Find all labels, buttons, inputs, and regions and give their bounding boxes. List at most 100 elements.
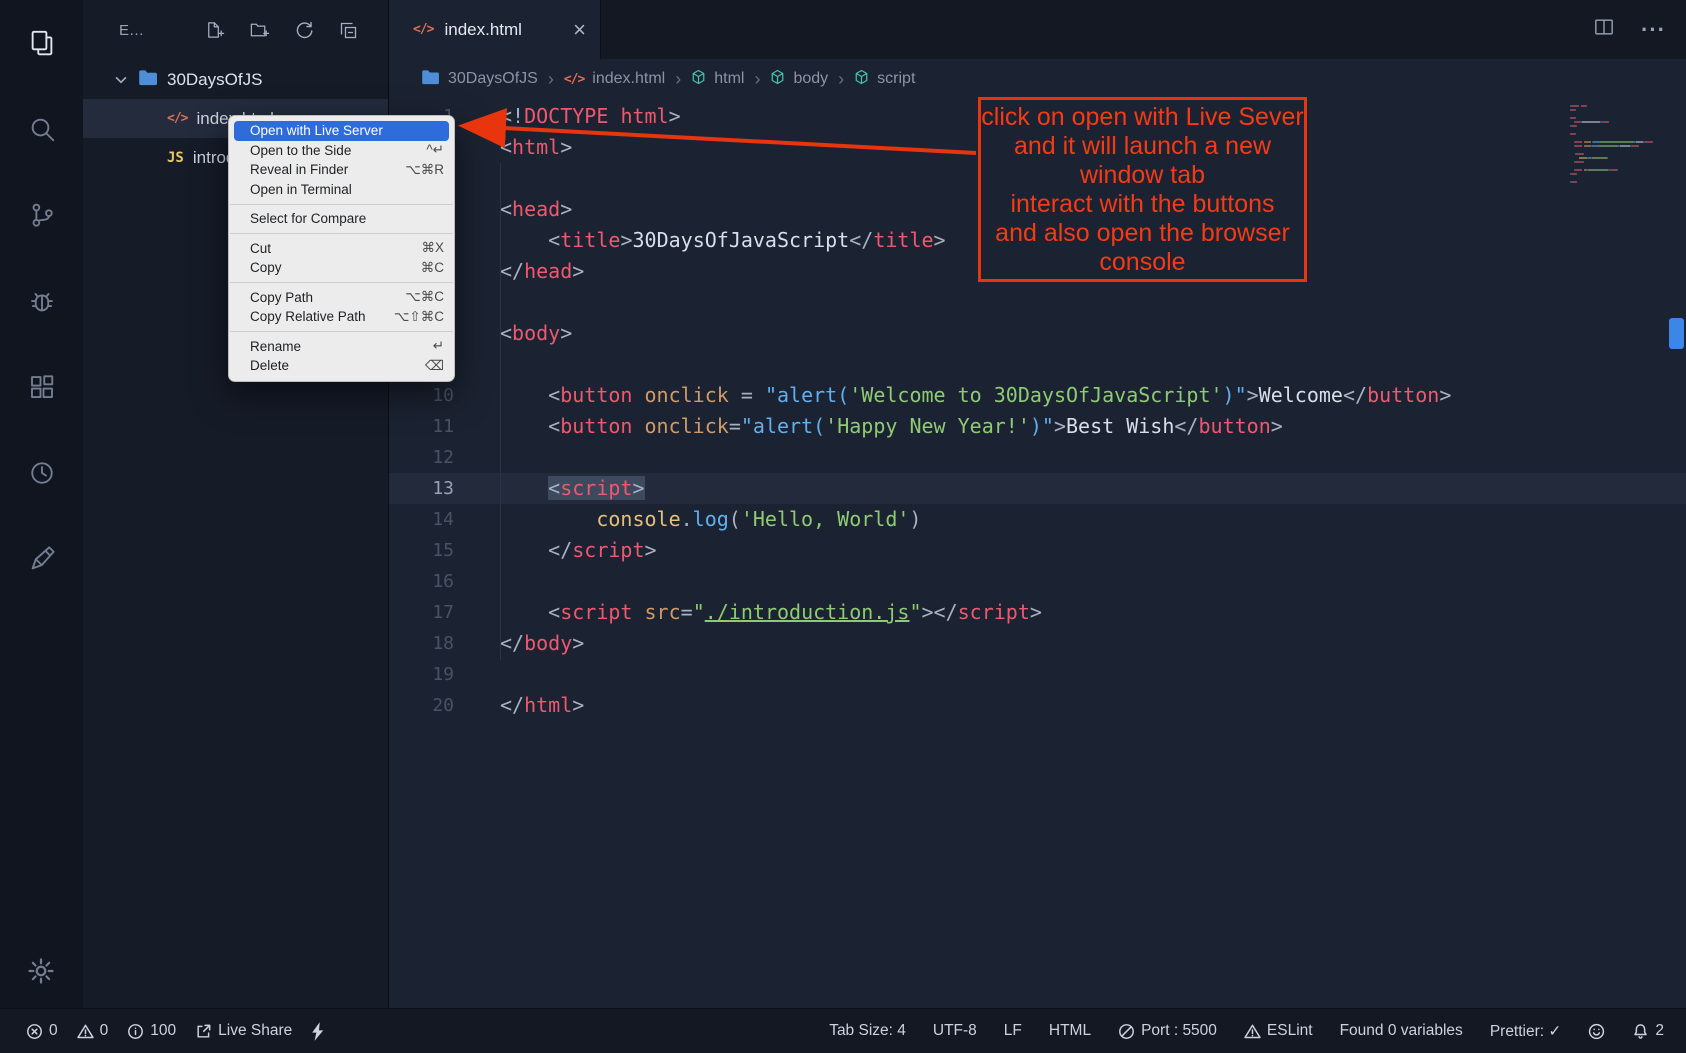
blocked-icon [1118,1023,1135,1040]
breadcrumb-item-index-html[interactable]: </>index.html [564,70,665,88]
code-line-7[interactable]: 7 [389,287,1686,318]
breadcrumb-item-30daysofjs[interactable]: 30DaysOfJS [421,69,538,90]
extensions-icon[interactable] [18,363,66,411]
menu-item-label: Delete [250,358,413,373]
status-item-eslint[interactable]: ESLint [1244,1022,1313,1040]
annotation-line: and it will launch a new [981,132,1304,161]
status-item-label: 0 [49,1022,58,1040]
folder-30daysofjs[interactable]: 30DaysOfJS [83,60,388,99]
code-line-17[interactable]: 17 <script src="./introduction.js"></scr… [389,597,1686,628]
breadcrumb-item-html[interactable]: html [691,69,744,90]
code-line-14[interactable]: 14 console.log('Hello, World') [389,504,1686,535]
breadcrumb-label: 30DaysOfJS [448,70,538,88]
status-item-html[interactable]: HTML [1049,1022,1091,1040]
status-item-found-0-variables[interactable]: Found 0 variables [1340,1022,1463,1040]
line-content: <body> [500,318,572,349]
run-debug-icon[interactable] [18,277,66,325]
minimap[interactable] [1570,105,1670,185]
line-number: 20 [389,690,454,721]
line-content: <head> [500,194,572,225]
minimap-line [1570,169,1670,171]
breadcrumb-separator: › [838,69,844,90]
split-editor-icon[interactable] [1593,17,1615,42]
menu-separator [230,204,453,205]
status-item-smiley[interactable] [1588,1023,1605,1040]
menu-item-delete[interactable]: Delete⌫ [229,356,454,376]
code-line-12[interactable]: 12 [389,442,1686,473]
status-item-0[interactable]: 0 [26,1022,58,1040]
more-actions-icon[interactable]: ··· [1641,17,1666,43]
minimap-line [1570,145,1670,147]
tab-close-icon[interactable]: × [573,19,586,41]
status-item-0[interactable]: 0 [77,1022,109,1040]
bell-icon [1632,1023,1649,1040]
symbol-icon [854,69,869,90]
code-line-18[interactable]: 18</body> [389,628,1686,659]
annotation-callout: click on open with Live Severand it will… [978,97,1307,282]
menu-item-copy-path[interactable]: Copy Path⌥⌘C [229,288,454,308]
menu-item-open-with-live-server[interactable]: Open with Live Server [234,121,449,141]
menu-separator [230,331,453,332]
pen-icon[interactable] [18,535,66,583]
code-line-15[interactable]: 15 </script> [389,535,1686,566]
js-file-icon: JS [167,150,184,166]
explorer-header: E… [83,0,388,60]
status-item-prettier[interactable]: Prettier: ✓ [1490,1022,1562,1041]
code-line-19[interactable]: 19 [389,659,1686,690]
code-line-11[interactable]: 11 <button onclick="alert('Happy New Yea… [389,411,1686,442]
refresh-icon[interactable] [294,20,314,40]
status-item-lf[interactable]: LF [1004,1022,1022,1040]
code-line-13[interactable]: 13 <script> [389,473,1686,504]
menu-item-copy-relative-path[interactable]: Copy Relative Path⌥⇧⌘C [229,307,454,327]
status-item-tab-size-4[interactable]: Tab Size: 4 [829,1022,906,1040]
line-number: 13 [389,473,454,504]
menu-item-copy[interactable]: Copy⌘C [229,258,454,278]
menu-item-label: Copy Path [250,290,393,305]
annotation-line: window tab [981,161,1304,190]
status-item-port-5500[interactable]: Port : 5500 [1118,1022,1217,1040]
menu-item-label: Open in Terminal [250,182,444,197]
tab-bar: </> index.html × ··· [389,0,1686,59]
smiley-icon [1588,1023,1605,1040]
code-line-10[interactable]: 10 <button onclick = "alert('Welcome to … [389,380,1686,411]
status-item-utf-8[interactable]: UTF-8 [933,1022,977,1040]
code-line-8[interactable]: 8<body> [389,318,1686,349]
symbol-icon [691,69,706,90]
source-control-icon[interactable] [18,191,66,239]
menu-item-rename[interactable]: Rename↵ [229,337,454,357]
clock-icon[interactable] [18,449,66,497]
activity-bar [0,0,83,1008]
menu-item-reveal-in-finder[interactable]: Reveal in Finder⌥⌘R [229,160,454,180]
status-item-bolt[interactable] [311,1022,325,1041]
minimap-line [1570,121,1670,123]
new-folder-icon[interactable] [249,20,270,40]
status-item-2[interactable]: 2 [1632,1022,1664,1040]
explorer-icon[interactable] [18,19,66,67]
breadcrumb-separator: › [548,69,554,90]
warning-icon [77,1023,94,1040]
menu-item-open-to-the-side[interactable]: Open to the Side^↵ [229,141,454,161]
code-line-16[interactable]: 16 [389,566,1686,597]
collapse-all-icon[interactable] [338,20,358,40]
status-item-label: ESLint [1267,1022,1313,1040]
status-item-100[interactable]: 100 [127,1022,176,1040]
code-line-20[interactable]: 20</html> [389,690,1686,721]
status-item-live-share[interactable]: Live Share [195,1022,292,1040]
menu-item-select-for-compare[interactable]: Select for Compare [229,209,454,229]
breadcrumb: 30DaysOfJS›</>index.html›html›body›scrip… [389,59,1686,99]
scrollbar-marker[interactable] [1669,318,1684,349]
breadcrumb-item-script[interactable]: script [854,69,915,90]
symbol-icon [770,69,785,90]
breadcrumb-item-body[interactable]: body [770,69,828,90]
menu-item-cut[interactable]: Cut⌘X [229,239,454,259]
settings-gear-icon[interactable] [17,947,65,995]
annotation-line: and also open the browser [981,219,1304,248]
menu-item-open-in-terminal[interactable]: Open in Terminal [229,180,454,200]
folder-label: 30DaysOfJS [167,70,262,90]
new-file-icon[interactable] [204,20,225,40]
status-item-label: Found 0 variables [1340,1022,1463,1040]
status-item-label: HTML [1049,1022,1091,1040]
search-icon[interactable] [18,105,66,153]
code-line-9[interactable]: 9 [389,349,1686,380]
tab-index-html[interactable]: </> index.html × [389,0,601,59]
